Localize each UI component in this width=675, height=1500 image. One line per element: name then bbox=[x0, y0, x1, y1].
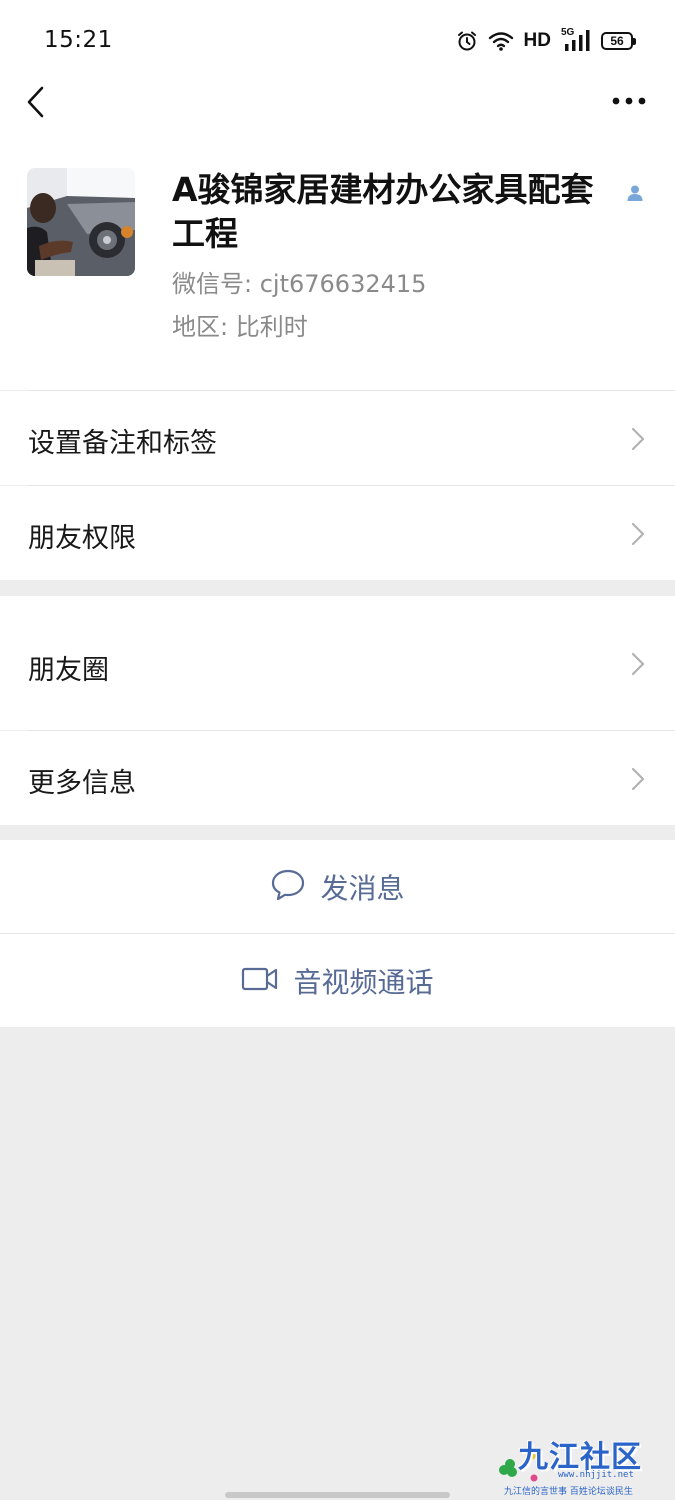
chevron-right-icon bbox=[631, 427, 645, 455]
chevron-right-icon bbox=[631, 652, 645, 680]
chevron-right-icon bbox=[631, 767, 645, 795]
person-icon bbox=[626, 184, 644, 206]
chevron-left-icon bbox=[27, 86, 44, 118]
row-more-info[interactable]: 更多信息 bbox=[0, 731, 675, 825]
chat-bubble-icon bbox=[270, 868, 306, 906]
watermark-slogan: 九江信的言世事 百姓论坛谈民生 bbox=[504, 1487, 633, 1497]
network-hd-label: HD bbox=[523, 30, 551, 51]
more-button[interactable] bbox=[609, 84, 649, 118]
row-label: 设置备注和标签 bbox=[28, 428, 217, 459]
watermark-url: www.nhjjit.net bbox=[558, 1470, 634, 1480]
alarm-icon bbox=[456, 30, 478, 52]
wifi-icon bbox=[488, 31, 514, 51]
status-icons: HD 5G 56 bbox=[456, 27, 636, 54]
battery-icon: 56 bbox=[601, 32, 636, 50]
status-time: 15:21 bbox=[44, 27, 113, 53]
back-button[interactable] bbox=[18, 82, 54, 122]
battery-level: 56 bbox=[610, 34, 624, 48]
video-call-button[interactable]: 音视频通话 bbox=[0, 934, 675, 1027]
send-message-label: 发消息 bbox=[320, 871, 405, 905]
signal-icon: 5G bbox=[561, 27, 591, 53]
profile-card: A骏锦家居建材办公家具配套工程 微信号: cjt676632415 地区: 比利… bbox=[0, 140, 675, 390]
chevron-right-icon bbox=[631, 522, 645, 550]
video-call-label: 音视频通话 bbox=[293, 965, 434, 999]
more-dots-icon bbox=[612, 97, 646, 105]
home-indicator[interactable] bbox=[225, 1492, 450, 1498]
row-label: 朋友圈 bbox=[28, 655, 109, 686]
video-camera-icon bbox=[241, 966, 279, 996]
row-friend-permission[interactable]: 朋友权限 bbox=[0, 486, 675, 580]
status-bar: 15:21 HD 5G 56 bbox=[0, 0, 675, 80]
contact-profile-screen: 15:21 HD 5G 56 A骏锦家居建材办公家具配套工程 微信号: cjt6… bbox=[0, 0, 675, 1500]
row-moments[interactable]: 朋友圈 bbox=[0, 596, 675, 730]
row-label: 更多信息 bbox=[28, 768, 136, 799]
watermark-logo: 九江社区 www.nhjjit.net 九江信的言世事 百姓论坛谈民生 bbox=[498, 1432, 663, 1498]
nav-bar bbox=[0, 80, 675, 140]
row-remark-tags[interactable]: 设置备注和标签 bbox=[0, 391, 675, 485]
region: 地区: 比利时 bbox=[172, 313, 308, 341]
avatar[interactable] bbox=[27, 168, 135, 276]
wechat-id: 微信号: cjt676632415 bbox=[172, 270, 427, 298]
row-label: 朋友权限 bbox=[28, 523, 136, 554]
send-message-button[interactable]: 发消息 bbox=[0, 840, 675, 933]
contact-name: A骏锦家居建材办公家具配套工程 bbox=[172, 170, 594, 253]
